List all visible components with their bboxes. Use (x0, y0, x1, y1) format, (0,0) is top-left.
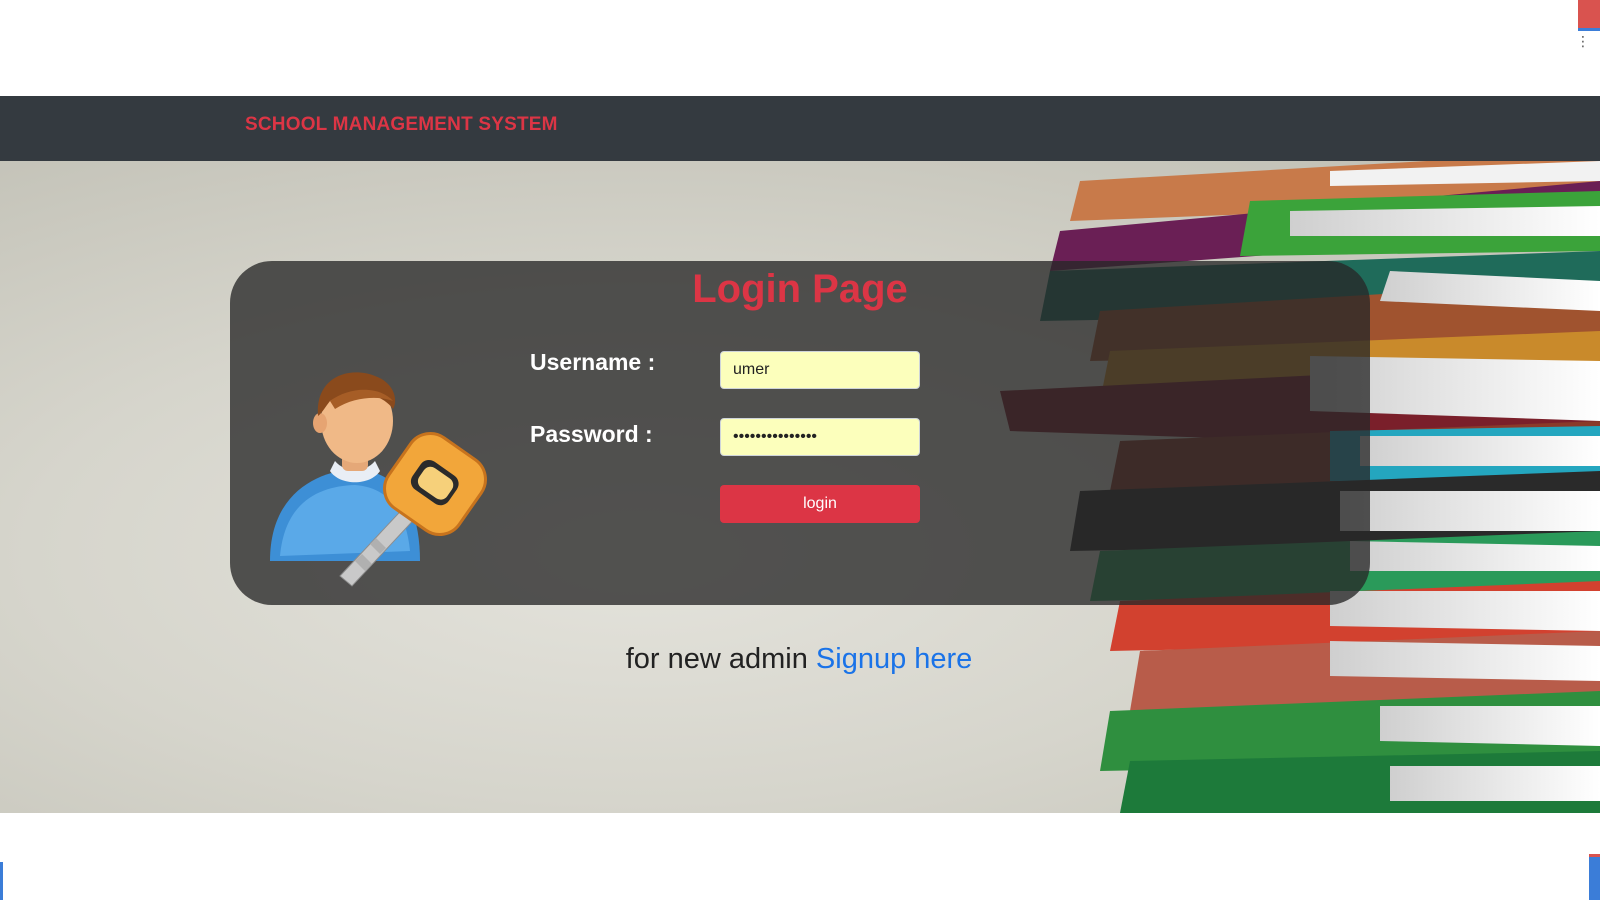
top-whitespace (0, 0, 1600, 96)
login-button[interactable]: login (720, 485, 920, 523)
user-key-icon (260, 361, 490, 591)
bottom-whitespace (0, 813, 1600, 900)
navbar: SCHOOL MANAGEMENT SYSTEM (0, 96, 1600, 161)
username-input[interactable] (720, 351, 920, 389)
brand-link[interactable]: SCHOOL MANAGEMENT SYSTEM (245, 114, 558, 136)
login-card: Login Page Username: umer Password: ••… (230, 261, 1370, 605)
right-edge-marker (1589, 854, 1600, 900)
login-title: Login Page (692, 267, 908, 311)
left-edge-marker (0, 862, 3, 900)
username-label: Username : (530, 349, 656, 375)
password-input[interactable] (720, 418, 920, 456)
page: ⋮ SCHOOL MANAGEMENT SYSTEM (0, 0, 1600, 900)
browser-scroll-indicator (1578, 0, 1600, 31)
user-key-icon-svg (270, 372, 487, 587)
signup-prefix-text: for new admin (625, 643, 808, 675)
kebab-menu-icon[interactable]: ⋮ (1576, 34, 1590, 58)
password-label: Password : (530, 421, 653, 447)
signup-prompt: for new admin Signup here (0, 643, 1600, 676)
signup-link[interactable]: Signup here (816, 643, 972, 675)
hero-background: Login Page Username: umer Password: ••… (0, 161, 1600, 813)
